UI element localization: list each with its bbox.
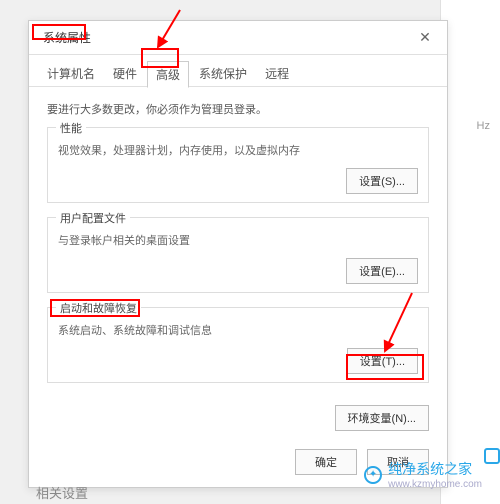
tab-advanced[interactable]: 高级 xyxy=(147,61,189,88)
backdrop-related-settings: 相关设置 xyxy=(36,483,88,502)
tab-content: 要进行大多数更改，你必须作为管理员登录。 性能 视觉效果，处理器计划，内存使用，… xyxy=(29,86,447,405)
watermark: ✦ 纯净系统之家 www.kzmyhome.com xyxy=(364,459,482,490)
watermark-url: www.kzmyhome.com xyxy=(388,479,482,490)
settings-t-button[interactable]: 设置(T)... xyxy=(347,348,418,374)
watermark-brand: 纯净系统之家 xyxy=(388,461,472,477)
titlebar: 系统属性 ✕ xyxy=(29,21,447,55)
group-performance-label: 性能 xyxy=(56,120,86,136)
group-user-profile-label: 用户配置文件 xyxy=(56,210,130,226)
system-properties-dialog: 系统属性 ✕ 计算机名 硬件 高级 系统保护 远程 要进行大多数更改，你必须作为… xyxy=(28,20,448,488)
group-startup-recovery: 启动和故障恢复 系统启动、系统故障和调试信息 设置(T)... xyxy=(47,307,429,383)
group-performance: 性能 视觉效果，处理器计划，内存使用，以及虚拟内存 设置(S)... xyxy=(47,127,429,203)
backdrop-hz-label: Hz xyxy=(477,120,490,132)
dialog-title: 系统属性 xyxy=(39,27,95,48)
close-icon[interactable]: ✕ xyxy=(413,28,437,48)
settings-e-button[interactable]: 设置(E)... xyxy=(346,258,418,284)
admin-notice: 要进行大多数更改，你必须作为管理员登录。 xyxy=(47,101,429,117)
tab-computer-name[interactable]: 计算机名 xyxy=(39,61,103,87)
tab-remote[interactable]: 远程 xyxy=(257,61,297,87)
tab-protection[interactable]: 系统保护 xyxy=(191,61,255,87)
tab-strip: 计算机名 硬件 高级 系统保护 远程 xyxy=(29,55,447,87)
tab-hardware[interactable]: 硬件 xyxy=(105,61,145,87)
group-startup-recovery-label: 启动和故障恢复 xyxy=(56,300,141,316)
group-user-profile: 用户配置文件 与登录帐户相关的桌面设置 设置(E)... xyxy=(47,217,429,293)
group-user-profile-desc: 与登录帐户相关的桌面设置 xyxy=(58,232,418,248)
settings-s-button[interactable]: 设置(S)... xyxy=(346,168,418,194)
group-performance-desc: 视觉效果，处理器计划，内存使用，以及虚拟内存 xyxy=(58,142,418,158)
env-vars-button[interactable]: 环境变量(N)... xyxy=(335,405,429,431)
crop-handle-icon xyxy=(484,448,500,464)
group-startup-recovery-desc: 系统启动、系统故障和调试信息 xyxy=(58,322,418,338)
watermark-logo-icon: ✦ xyxy=(364,466,382,484)
ok-button[interactable]: 确定 xyxy=(295,449,357,475)
